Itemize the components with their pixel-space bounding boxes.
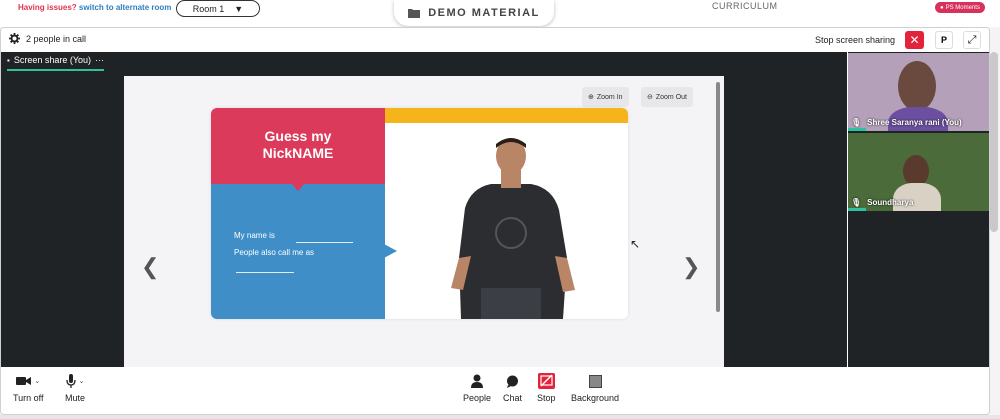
alternate-room-link[interactable]: switch to alternate room <box>79 3 171 12</box>
people-label: People <box>463 393 492 403</box>
top-bar: Having issues? switch to alternate room … <box>0 0 1000 27</box>
expand-icon: ⤢ <box>967 33 977 46</box>
demo-material-label: DEMO MATERIAL <box>428 7 540 19</box>
gear-icon[interactable] <box>9 33 20 44</box>
stop-sharing-button[interactable]: ✕ <box>905 31 924 49</box>
turn-off-label: Turn off <box>13 393 44 403</box>
participant-name: 🎙 Soundharya <box>851 198 913 207</box>
background-label: Background <box>571 393 620 403</box>
folder-icon <box>408 9 421 18</box>
person-icon <box>471 374 484 388</box>
room-label: Room 1 <box>192 3 225 14</box>
pin-p-button[interactable]: P <box>935 31 953 49</box>
chat-button[interactable]: Chat <box>503 373 522 403</box>
close-icon: ✕ <box>909 33 920 47</box>
slide-title-line1: Guess my <box>264 128 332 144</box>
previous-slide-button[interactable]: ❮ <box>141 254 159 280</box>
zoom-out-icon: ⊖ <box>647 94 653 101</box>
screen-share-label: Screen share (You) <box>13 55 92 65</box>
share-scrollbar[interactable] <box>716 82 720 312</box>
stop-share-icon <box>537 373 555 389</box>
stop-sharing-label: Stop screen sharing <box>815 35 896 45</box>
screen-icon: ▪ <box>7 55 10 65</box>
zoom-in-icon: ⊕ <box>588 94 594 101</box>
name-blank-line <box>296 242 353 243</box>
moments-label: PS Moments <box>945 4 980 11</box>
moments-badge[interactable]: ● PS Moments <box>935 2 985 13</box>
curriculum-tab[interactable]: CURRICULUM <box>712 1 778 11</box>
mic-icon: 🎙 <box>851 118 862 127</box>
people-count-label: 2 people in call <box>26 33 87 44</box>
participant-name: 🎙 Shree Saranya rani (You) <box>851 118 962 127</box>
camera-icon-wrap: ⌄ <box>16 373 40 389</box>
participant-name-label: Soundharya <box>867 198 914 207</box>
fullscreen-button[interactable]: ⤢ <box>963 31 981 49</box>
participant-tile[interactable]: 🎙 Soundharya <box>848 133 989 211</box>
dropdown-caret-icon: ▼ <box>234 3 244 14</box>
mute-label: Mute <box>65 393 86 403</box>
people-icon-wrap <box>471 373 484 389</box>
person-photo <box>451 138 575 319</box>
mute-button[interactable]: ⌄ Mute <box>65 373 85 403</box>
shared-screen: ⊕ Zoom In ⊖ Zoom Out ❮ ❯ ↖ Guess my Nick… <box>124 76 724 367</box>
mouse-cursor-icon: ↖ <box>630 237 641 251</box>
page-scrollbar[interactable] <box>990 52 998 232</box>
nickname-prompt: People also call me as <box>234 248 315 257</box>
body-pointer <box>384 244 397 258</box>
zoom-in-label: Zoom In <box>596 93 623 101</box>
title-pointer <box>291 183 305 191</box>
microphone-icon <box>65 374 76 388</box>
participant-video <box>898 61 936 111</box>
name-prompt: My name is <box>234 231 275 240</box>
next-slide-button[interactable]: ❯ <box>682 254 700 280</box>
chat-label: Chat <box>503 393 523 403</box>
issue-text: Having issues? <box>18 3 77 12</box>
camera-icon: ● <box>940 4 944 11</box>
zoom-in-button[interactable]: ⊕ Zoom In <box>582 87 629 107</box>
speaking-indicator <box>848 208 866 211</box>
slide: Guess my NickNAME My name is People also… <box>211 108 628 319</box>
stop-share-button[interactable]: Stop <box>537 373 556 403</box>
slide-title: Guess my NickNAME <box>211 128 385 162</box>
camera-icon <box>16 377 32 385</box>
nickname-blank-line <box>236 272 294 273</box>
screen-share-tab[interactable]: ▪ Screen share (You) ··· <box>7 55 105 71</box>
participant-tile[interactable]: 🎙 Shree Saranya rani (You) <box>848 53 989 131</box>
chat-icon <box>507 375 518 388</box>
mic-icon: 🎙 <box>851 198 862 207</box>
participant-name-label: Shree Saranya rani (You) <box>867 118 962 127</box>
background-icon-wrap <box>588 373 602 389</box>
people-count: 2 people in call <box>9 33 86 44</box>
call-frame: 2 people in call Stop screen sharing ✕ P… <box>0 27 990 415</box>
mic-options-icon[interactable]: ⌄ <box>79 377 85 385</box>
zoom-out-label: Zoom Out <box>655 93 687 101</box>
demo-material-button[interactable]: DEMO MATERIAL <box>394 0 554 26</box>
slide-title-line2: NickNAME <box>262 145 334 161</box>
speaking-indicator <box>848 128 866 131</box>
stop-label: Stop <box>537 393 556 403</box>
room-selector[interactable]: Room 1 ▼ <box>176 0 260 17</box>
slide-top-stripe <box>385 108 628 123</box>
mic-icon-wrap: ⌄ <box>65 373 85 389</box>
chat-icon-wrap <box>506 373 519 389</box>
issue-notice: Having issues? switch to alternate room <box>18 3 171 12</box>
stop-icon-wrap <box>537 373 555 389</box>
call-header: 2 people in call Stop screen sharing ✕ P… <box>1 28 989 52</box>
background-button[interactable]: Background <box>571 373 619 403</box>
zoom-out-button[interactable]: ⊖ Zoom Out <box>641 87 693 107</box>
camera-options-icon[interactable]: ⌄ <box>34 377 40 385</box>
more-options-icon[interactable]: ··· <box>95 55 104 65</box>
camera-toggle-button[interactable]: ⌄ Turn off <box>13 373 44 403</box>
participant-panel: 🎙 Shree Saranya rani (You) 🎙 Soundharya <box>848 52 989 367</box>
background-icon <box>588 374 602 388</box>
bottom-strip <box>0 415 1000 419</box>
call-controls: ⌄ Turn off ⌄ Mute People Chat Stop Backg… <box>1 367 989 414</box>
people-button[interactable]: People <box>463 373 491 403</box>
